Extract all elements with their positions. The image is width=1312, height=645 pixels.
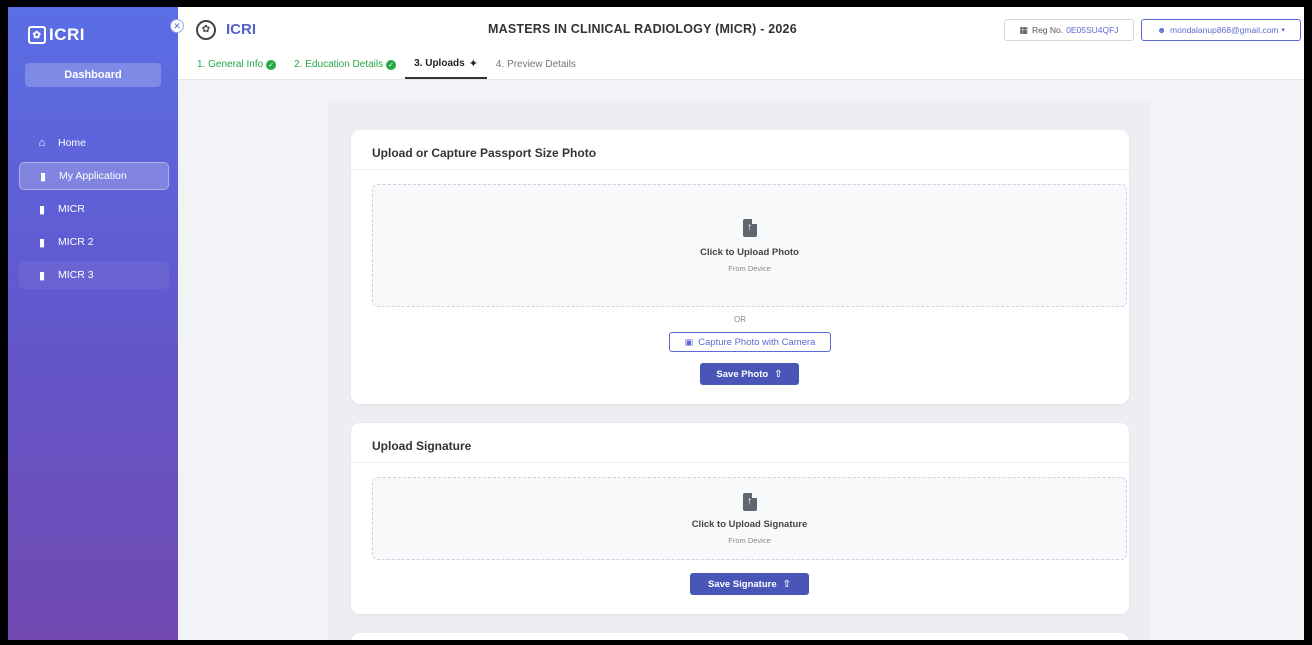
sidebar-item-micr[interactable]: ▮ MICR [19,195,169,223]
document-icon: ▮ [39,170,47,183]
user-menu-dropdown[interactable]: ☻ mondalanup868@gmail.com ▾ [1141,19,1301,41]
save-signature-button[interactable]: Save Signature ⇧ [690,573,809,595]
signature-drop-title: Click to Upload Signature [691,518,808,530]
tab-label: 2. Education Details [294,59,384,70]
photo-dropzone[interactable]: ↑ Click to Upload Photo From Device [372,184,1127,307]
save-photo-button[interactable]: Save Photo ⇧ [700,363,799,385]
sidebar-brand-text: ICRI [49,25,85,44]
sidebar-collapse-button[interactable]: ✕ [170,19,184,33]
next-upload-card [351,633,1129,640]
reg-value: 0E05SU4QFJ [1066,25,1119,35]
tab-label: 1. General Info [197,59,264,70]
check-circle-icon: ✓ [266,59,277,70]
walking-person-icon: ✦ [468,58,478,70]
sidebar-nav: ⌂ Home ▮ My Application ▮ MICR ▮ MICR 2 … [8,129,178,289]
tab-general-info[interactable]: 1. General Info ✓ [188,59,285,79]
save-signature-label: Save Signature [707,578,777,590]
or-divider-text: OR [734,315,746,324]
signature-drop-subtitle: From Device [728,535,771,545]
sidebar-item-label: Home [58,137,87,149]
main-area: ✿ ICRI MASTERS IN CLINICAL RADIOLOGY (MI… [178,7,1304,640]
signature-section-title: Upload Signature [351,423,1129,463]
user-icon: ☻ [1157,25,1167,35]
dashboard-button[interactable]: Dashboard [25,63,161,87]
tab-preview-details[interactable]: 4. Preview Details [487,59,585,79]
camera-button-label: Capture Photo with Camera [698,336,816,348]
upload-icon: ⇧ [782,578,792,590]
reg-label: Reg No. [1031,25,1064,35]
sidebar-item-home[interactable]: ⌂ Home [19,129,169,157]
signature-upload-card: Upload Signature ↑ Click to Upload Signa… [351,423,1129,614]
user-email: mondalanup868@gmail.com [1170,25,1279,35]
chevron-down-icon: ▾ [1281,27,1285,34]
document-icon: ▮ [38,203,46,216]
registration-number-badge: ▦ Reg No. 0E05SU4QFJ [1004,19,1134,41]
camera-icon: ▣ [684,336,694,347]
app-frame: ✿ ICRI ✕ Dashboard ⌂ Home ▮ My Applicati… [8,7,1304,640]
step-tabs: 1. General Info ✓ 2. Education Details ✓… [178,52,1304,80]
sidebar-item-my-application[interactable]: ▮ My Application [19,162,169,190]
sidebar-item-label: MICR 2 [58,236,94,248]
document-icon: ▮ [38,269,46,282]
check-circle-icon: ✓ [386,59,397,70]
signature-dropzone[interactable]: ↑ Click to Upload Signature From Device [372,477,1127,560]
sidebar-item-label: MICR [58,203,85,215]
photo-drop-subtitle: From Device [728,263,771,273]
page-title: MASTERS IN CLINICAL RADIOLOGY (MICR) - 2… [488,22,797,36]
sidebar-item-micr-2[interactable]: ▮ MICR 2 [19,228,169,256]
file-upload-icon: ↑ [742,492,757,511]
uploads-content: Upload or Capture Passport Size Photo ↑ … [328,101,1151,640]
sidebar-item-label: MICR 3 [58,269,94,281]
home-icon: ⌂ [38,137,46,149]
header-brand[interactable]: ICRI [226,21,256,38]
sidebar-item-micr-3[interactable]: ▮ MICR 3 [19,261,169,289]
icri-emblem-icon: ✿ [196,19,216,40]
tab-education-details[interactable]: 2. Education Details ✓ [285,59,405,79]
icri-logo-icon: ✿ [28,26,46,44]
photo-section-title: Upload or Capture Passport Size Photo [351,130,1129,170]
tab-label: 3. Uploads [414,58,465,69]
photo-drop-title: Click to Upload Photo [700,246,799,258]
capture-camera-button[interactable]: ▣ Capture Photo with Camera [669,332,831,352]
photo-upload-card: Upload or Capture Passport Size Photo ↑ … [351,130,1129,404]
top-bar: ✿ ICRI MASTERS IN CLINICAL RADIOLOGY (MI… [178,7,1304,52]
tab-label: 4. Preview Details [495,59,576,70]
file-upload-icon: ↑ [742,218,757,237]
upload-icon: ⇧ [774,368,783,380]
tab-uploads[interactable]: 3. Uploads ✦ [405,57,487,79]
sidebar-item-label: My Application [59,170,127,182]
document-icon: ▮ [38,236,46,249]
id-card-icon: ▦ [1019,24,1028,35]
sidebar-brand[interactable]: ✿ ICRI [8,7,178,63]
sidebar: ✿ ICRI ✕ Dashboard ⌂ Home ▮ My Applicati… [8,7,184,640]
save-photo-label: Save Photo [716,368,769,380]
